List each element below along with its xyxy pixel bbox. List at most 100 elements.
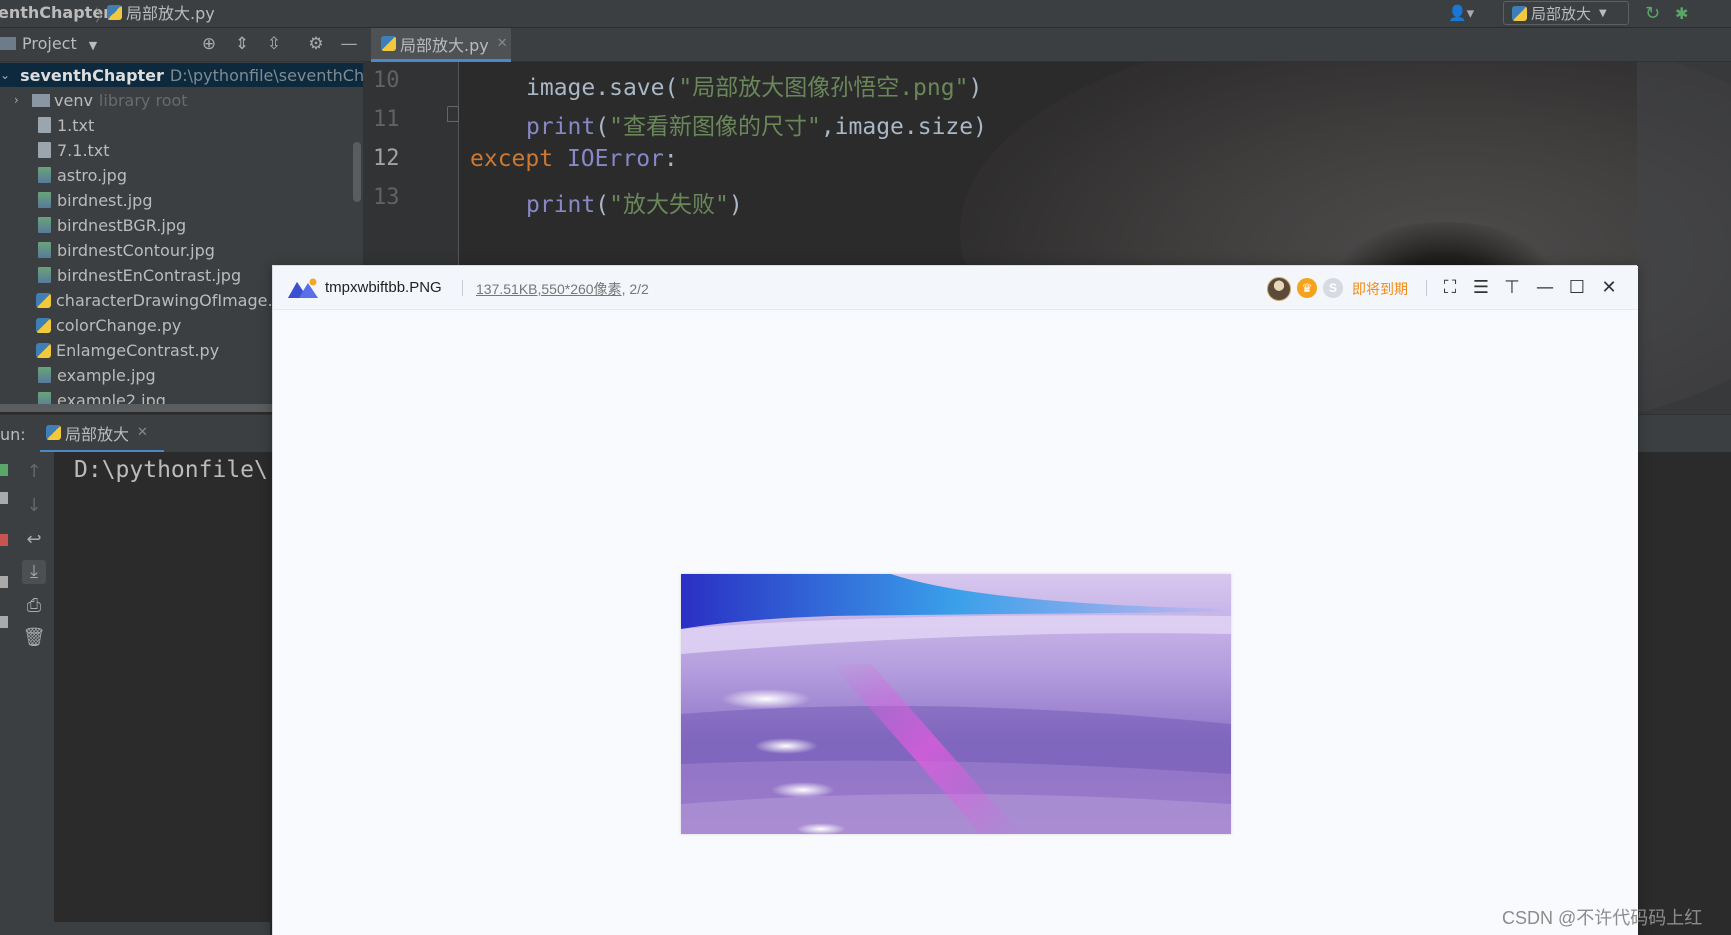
code-token: image [526,75,596,101]
tree-item[interactable]: birdnestBGR.jpg [0,213,363,237]
divider [462,280,463,296]
menu-icon[interactable]: ☰ [1469,276,1493,300]
image-file-icon [38,242,51,258]
folder-icon [32,93,50,107]
console-output: D:\pythonfile\ [74,457,268,483]
tree-item-venv[interactable]: › venv library root [0,88,363,112]
close-icon[interactable]: ✕ [1597,276,1621,300]
minimize-icon[interactable]: — [1533,276,1557,300]
pin-icon[interactable]: ⊤ [1500,276,1524,300]
editor-tab-label: 局部放大.py [400,35,489,55]
code-builtin: print [526,114,596,140]
bottom-tool-strip [0,922,270,935]
print-icon[interactable]: ⎙ [22,594,46,618]
python-file-icon [46,425,61,440]
tree-item-label: EnlamgeContrast.py [56,340,220,360]
code-keyword: except [470,146,554,172]
code-token: ) [728,192,743,218]
avatar[interactable] [1267,277,1291,301]
tree-root-path: D:\pythonfile\seventhChapte [169,65,363,85]
arrow-up-icon[interactable]: ↑ [22,460,46,484]
stop-icon[interactable] [0,534,8,546]
viewer-title-bar[interactable]: tmpxwbiftbb.PNG 137.51KB,550*260像素, 2/2 … [273,266,1638,310]
modify-run-icon[interactable] [0,492,8,504]
maximize-icon[interactable]: ☐ [1565,276,1589,300]
tree-root-name: seventhChapter [20,65,164,85]
expand-all-icon[interactable]: ⇕ [232,34,252,54]
ide-top-bar: enthChapter 〉 局部放大.py 👤▾ 局部放大 ▼ ↻ ✱ [0,0,1731,28]
tree-item-label: 1.txt [57,115,95,135]
run-config-selector[interactable]: 局部放大 ▼ [1503,1,1629,25]
fold-marker-icon[interactable] [447,106,459,122]
line-number: 11 [373,107,400,132]
soft-wrap-icon[interactable]: ↩ [22,528,46,552]
code-string: "查看新图像的尺寸" [609,114,821,140]
code-token: ( [595,192,610,218]
image-file-icon [38,192,51,208]
tree-item-label: birdnestEnContrast.jpg [57,265,242,285]
tree-item-label: birdnestContour.jpg [57,240,215,260]
tree-item[interactable]: astro.jpg [0,163,363,187]
fullscreen-icon[interactable]: ⛶ [1438,276,1462,300]
expire-link[interactable]: 即将到期 [1352,279,1408,299]
python-file-icon [36,342,51,358]
code-class: IOError [566,146,664,172]
code-line-12: except IOError: [470,146,678,172]
viewer-logo-icon [288,278,318,298]
trash-icon[interactable]: 🗑 [22,626,46,650]
tree-root[interactable]: ⌄ seventhChapter D:\pythonfile\seventhCh… [0,63,363,87]
run-config-label: 局部放大 [1531,4,1592,23]
line-number: 10 [373,68,400,93]
chevron-right-icon: › [14,93,19,107]
code-token: .save( [595,75,679,101]
purple-abstract-image [681,574,1231,834]
image-file-icon [38,217,51,233]
arrow-down-icon[interactable]: ↓ [22,494,46,518]
debug-icon[interactable]: ✱ [1675,2,1695,24]
hide-icon[interactable]: — [339,34,359,54]
rerun-icon[interactable] [0,464,8,476]
layout-icon[interactable] [0,576,8,588]
python-file-icon [36,292,51,308]
chevron-down-icon: ▼ [1599,7,1607,19]
tree-item[interactable]: 7.1.txt [0,138,363,162]
close-icon[interactable]: ✕ [497,36,508,51]
image-dimensions[interactable]: ,550*260像素 [538,281,622,297]
python-config-icon [1512,5,1527,21]
tree-item-label: 7.1.txt [57,140,110,160]
file-size[interactable]: 137.51KB [476,281,538,297]
tree-item[interactable]: birdnest.jpg [0,188,363,212]
user-icon[interactable]: 👤▾ [1448,2,1488,24]
collapse-all-icon[interactable]: ⇳ [264,34,284,54]
code-token: ( [595,114,610,140]
divider [1426,280,1427,296]
vip-badge-icon[interactable]: ♛ [1297,278,1317,298]
gear-icon[interactable]: ⚙ [306,34,326,54]
tree-scrollbar[interactable] [353,142,361,202]
tree-horizontal-scrollbar[interactable] [0,404,272,412]
project-view-selector[interactable]: Project ▼ [0,34,97,53]
python-file-icon [36,317,51,333]
code-string: "局部放大图像孙悟空.png" [678,75,969,101]
image-file-icon [38,167,51,183]
tree-item-label: example.jpg [57,365,156,385]
viewer-canvas[interactable] [273,310,1638,935]
s-badge-icon[interactable]: S [1323,278,1343,298]
run-tab-active[interactable]: 局部放大 ✕ [40,415,164,453]
code-string: "放大失败" [609,192,729,218]
breadcrumb-file[interactable]: 局部放大.py [107,0,215,24]
code-token: : [663,146,678,172]
scroll-to-end-icon[interactable]: ⤓ [22,560,46,584]
editor-tab-active[interactable]: 局部放大.py ✕ [371,28,511,62]
tree-item[interactable]: 1.txt [0,113,363,137]
rerun-icon[interactable]: ↻ [1645,2,1665,24]
code-token: ) [968,75,983,101]
close-icon[interactable]: ✕ [137,425,148,440]
pin-tab-icon[interactable] [0,616,8,628]
tree-item[interactable]: birdnestContour.jpg [0,238,363,262]
locate-icon[interactable]: ⊕ [199,34,219,54]
project-toolbar: Project ▼ ⊕ ⇕ ⇳ ⚙ — [0,28,363,62]
project-icon [0,37,16,50]
line-number: 13 [373,185,400,210]
displayed-image[interactable] [681,574,1231,834]
